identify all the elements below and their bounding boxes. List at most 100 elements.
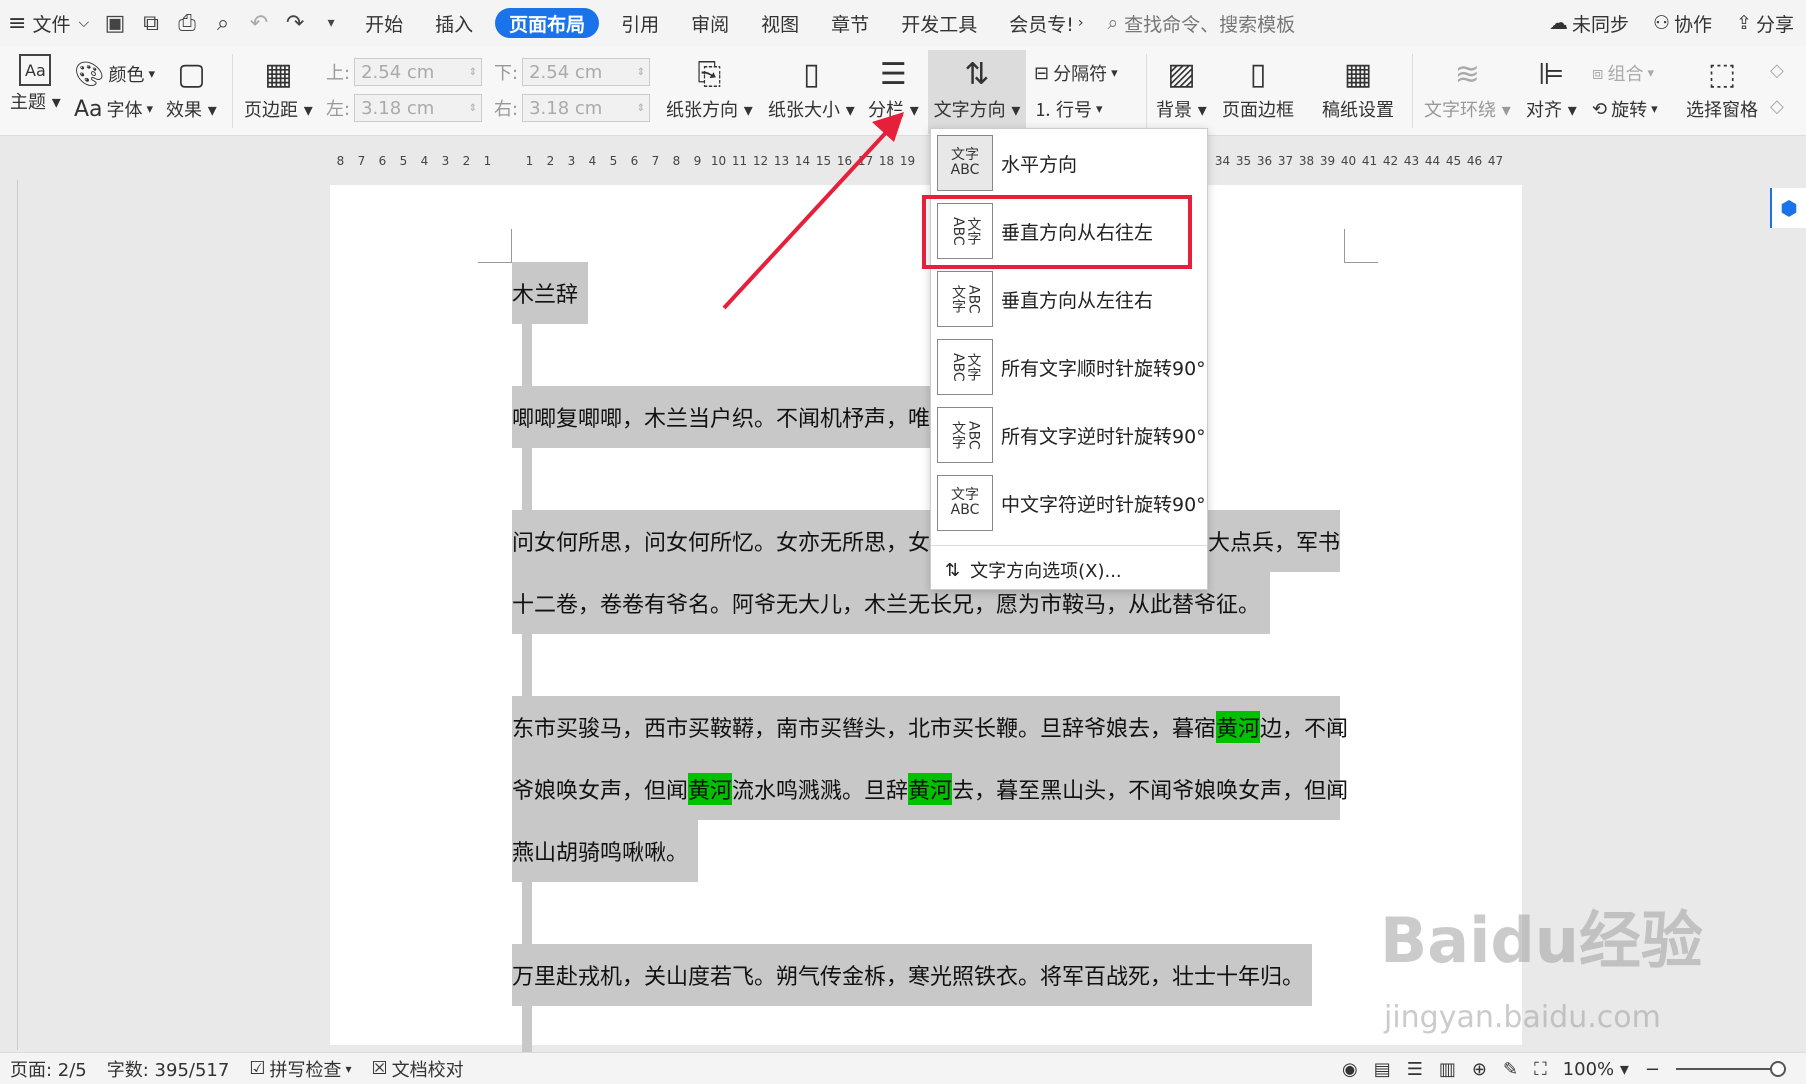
ruler-tick: 3 <box>567 154 576 168</box>
doc-line[interactable]: 爷娘唤女声，但闻 黄河 流水鸣溅溅。旦辞 黄河 去，暮至黑山头，不闻爷娘唤女声，但闻 <box>512 758 1348 820</box>
tab-page-layout[interactable]: 页面布局 <box>495 8 600 38</box>
menu-item-cjk-rotate-ccw[interactable]: 文字 ABC 中文字符逆时针旋转90° <box>931 469 1207 537</box>
menu-item-rotate-cw[interactable]: 文字 ABC 所有文字顺时针旋转90° <box>931 333 1207 401</box>
vertical-ltr-text-icon: 文字 ABC <box>937 271 993 327</box>
vertical-ruler[interactable] <box>0 180 18 1050</box>
eye-icon[interactable]: ◉ <box>1342 1059 1358 1080</box>
redo-icon[interactable]: ↷ <box>277 0 313 46</box>
orientation-button[interactable]: ⎘ 纸张方向 ▾ <box>666 54 753 122</box>
status-bar: 页面: 2/5 字数: 395/517 ☑ 拼写检查 ▾ ☒ 文档校对 ◉ ▤ ☰ ▥… <box>0 1052 1806 1084</box>
spell-check-button[interactable]: ☑ 拼写检查 ▾ <box>239 1056 361 1082</box>
ruler-tick: 2 <box>462 154 471 168</box>
web-view-icon[interactable]: ⊕ <box>1472 1059 1487 1080</box>
orientation-icon: ⎘ <box>697 56 722 92</box>
rotate-ccw-text-icon: 文字 ABC <box>937 407 993 463</box>
tab-developer[interactable]: 开发工具 <box>885 0 993 46</box>
location-pin-icon[interactable]: ⬢ <box>1770 188 1806 228</box>
tab-references[interactable]: 引用 <box>605 0 675 46</box>
spinner-icon[interactable]: ⇕ <box>637 67 645 78</box>
spinner-icon[interactable]: ⇕ <box>469 103 477 114</box>
quick-access-dropdown-icon[interactable]: ▾ <box>313 0 349 46</box>
tab-view[interactable]: 视图 <box>745 0 815 46</box>
save-icon[interactable]: ▣ <box>97 0 133 46</box>
sync-status[interactable]: ☁ 未同步 <box>1537 10 1641 37</box>
file-menu[interactable]: ≡ 文件 ⌵ <box>0 0 97 46</box>
select-pane-button[interactable]: ⬚ 选择窗格 <box>1686 54 1758 122</box>
effect-button[interactable]: ▢ 效果 ▾ <box>166 54 217 122</box>
page-border-button[interactable]: ▯ 页面边框 <box>1222 54 1294 122</box>
text-wrap-button[interactable]: ≋ 文字环绕 ▾ <box>1424 54 1511 122</box>
margin-right-field[interactable]: 右: 3.18 cm ⇕ <box>494 94 651 122</box>
empty-line <box>522 882 532 944</box>
spinner-icon[interactable]: ⇕ <box>637 103 645 114</box>
tab-home[interactable]: 开始 <box>349 0 419 46</box>
layer-up-icon[interactable]: ◇ <box>1770 60 1784 81</box>
line-number-button[interactable]: ⒈ 行号 ▾ <box>1034 96 1103 122</box>
paper-size-button[interactable]: ▯ 纸张大小 ▾ <box>768 54 855 122</box>
menu-divider <box>931 545 1207 546</box>
group-button[interactable]: ⧈ 组合 ▾ <box>1592 60 1654 86</box>
tab-chapter[interactable]: 章节 <box>815 0 885 46</box>
doc-line[interactable]: 唧唧复唧唧，木兰当户织。不闻机杼声，唯 <box>512 386 932 448</box>
layer-down-icon[interactable]: ◇ <box>1770 96 1784 117</box>
text-direction-options-icon: ⇅ <box>945 559 961 581</box>
fit-page-icon[interactable]: ⛶ <box>1534 1059 1547 1080</box>
margin-left-field[interactable]: 左: 3.18 cm ⇕ <box>326 94 483 122</box>
collab-button[interactable]: ⚇ 协作 <box>1641 10 1724 37</box>
page-indicator[interactable]: 页面: 2/5 <box>0 1056 97 1082</box>
tab-member[interactable]: 会员专! › <box>993 0 1087 46</box>
grid-paper-icon: ▦ <box>1343 56 1373 92</box>
page-view-icon[interactable]: ▤ <box>1374 1059 1391 1080</box>
proofread-button[interactable]: ☒ 文档校对 <box>362 1056 474 1082</box>
ruler-tick: 41 <box>1361 154 1378 168</box>
reading-view-icon[interactable]: ▥ <box>1439 1059 1456 1080</box>
tab-review[interactable]: 审阅 <box>675 0 745 46</box>
doc-line[interactable]: 东市买骏马，西市买鞍鞯，南市买辔头，北市买长鞭。旦辞爷娘去，暮宿 黄河 边，不闻 <box>512 696 1348 758</box>
text-direction-button[interactable]: ⇅ 文字方向 ▾ <box>928 50 1026 134</box>
theme-button[interactable]: Aa 主题 ▾ <box>10 54 61 114</box>
zoom-level[interactable]: 100% ▾ <box>1563 1059 1629 1080</box>
font-button[interactable]: Aa 字体 ▾ <box>74 96 153 122</box>
separator-button[interactable]: ⊟ 分隔符 ▾ <box>1034 60 1118 86</box>
command-search[interactable]: ⌕ 查找命令、搜索模板 <box>1107 10 1295 37</box>
background-button[interactable]: ▨ 背景 ▾ <box>1156 54 1207 122</box>
columns-button[interactable]: ☰ 分栏 ▾ <box>868 54 919 122</box>
doc-line[interactable]: 万里赴戎机，关山度若飞。朔气传金柝，寒光照铁衣。将军百战死，壮士十年归。 <box>512 944 1312 1006</box>
grid-paper-button[interactable]: ▦ 稿纸设置 <box>1322 54 1394 122</box>
cjk-rotate-text-icon: 文字 ABC <box>937 475 993 531</box>
tab-insert[interactable]: 插入 <box>419 0 489 46</box>
ruler-tick: 40 <box>1340 154 1357 168</box>
print-preview-icon[interactable]: ⌕ <box>205 0 241 46</box>
margin-corner <box>1344 229 1378 263</box>
rotate-button[interactable]: ⟲ 旋转 ▾ <box>1592 96 1658 122</box>
share-button[interactable]: ⇪ 分享 <box>1724 10 1806 37</box>
font-icon: Aa <box>74 96 103 122</box>
menu-item-rotate-ccw[interactable]: 文字 ABC 所有文字逆时针旋转90° <box>931 401 1207 469</box>
outline-view-icon[interactable]: ☰ <box>1407 1059 1423 1080</box>
color-button[interactable]: 🎨︎ 颜色 ▾ <box>74 60 155 88</box>
ruler-tick: 34 <box>1214 154 1231 168</box>
ruler-tick: 38 <box>1298 154 1315 168</box>
doc-line[interactable]: 燕山胡骑鸣啾啾。 <box>512 820 698 882</box>
word-count[interactable]: 字数: 395/517 <box>97 1056 240 1082</box>
doc-line[interactable]: 大点兵，军书 <box>1208 510 1340 572</box>
spinner-icon[interactable]: ⇕ <box>469 67 477 78</box>
doc-line[interactable]: 问女何所思，问女何所忆。女亦无所思，女 <box>512 510 932 572</box>
margin-bottom-field[interactable]: 下: 2.54 cm ⇕ <box>494 58 651 86</box>
print-icon[interactable]: ⎙ <box>169 0 205 46</box>
margin-top-field[interactable]: 上: 2.54 cm ⇕ <box>326 58 483 86</box>
pen-icon[interactable]: ✎ <box>1503 1059 1518 1080</box>
zoom-slider-knob[interactable] <box>1770 1061 1786 1077</box>
menu-item-vertical-ltr[interactable]: 文字 ABC 垂直方向从左往右 <box>931 265 1207 333</box>
align-button[interactable]: ⊫ 对齐 ▾ <box>1526 54 1577 122</box>
menu-item-horizontal[interactable]: 文字 ABC 水平方向 <box>931 129 1207 197</box>
doc-title[interactable]: 木兰辞 <box>512 262 588 324</box>
zoom-slider[interactable] <box>1676 1061 1786 1077</box>
export-icon[interactable]: ⧉ <box>133 0 169 46</box>
divider <box>1146 54 1147 128</box>
horizontal-ruler[interactable]: 8 7 6 5 4 3 2 1 1 2 3 4 5 6 7 8 9 10 11 12 13 14 15 16 17 18 19 34… <box>0 148 1806 174</box>
zoom-out-icon[interactable]: − <box>1645 1059 1660 1080</box>
undo-icon[interactable]: ↶ <box>241 0 277 46</box>
margin-button[interactable]: ▦ 页边距 ▾ <box>244 54 313 122</box>
menu-item-text-direction-options[interactable]: ⇅ 文字方向选项(X)... <box>945 553 1122 587</box>
